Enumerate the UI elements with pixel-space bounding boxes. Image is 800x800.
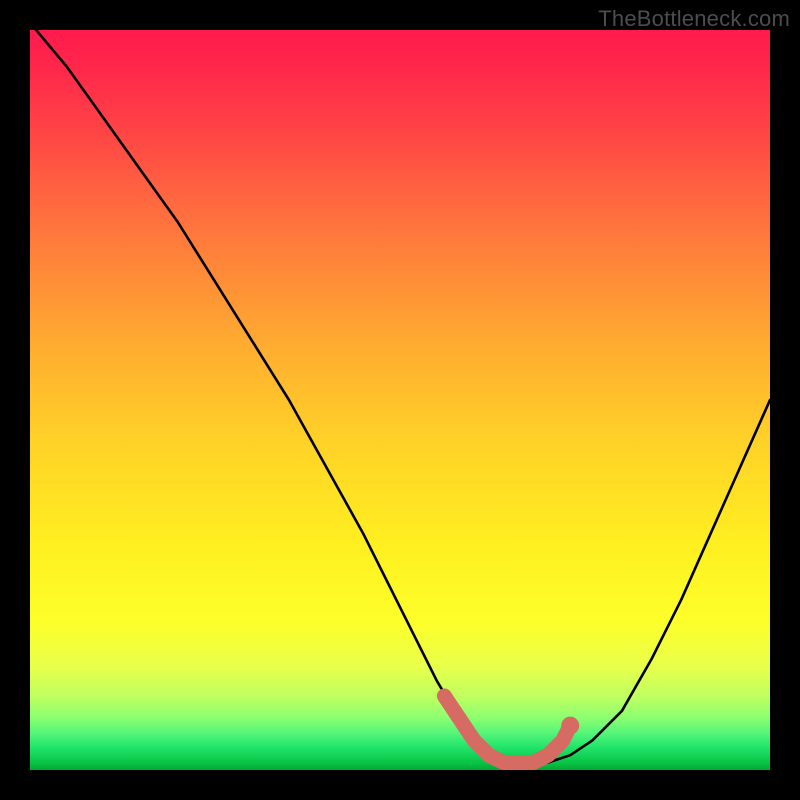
- chart-frame: TheBottleneck.com: [0, 0, 800, 800]
- chart-svg: [30, 30, 770, 770]
- watermark-text: TheBottleneck.com: [598, 6, 790, 32]
- highlight-end-dot: [561, 717, 579, 735]
- plot-area: [30, 30, 770, 770]
- highlight-stroke: [444, 696, 570, 763]
- highlight-band: [444, 696, 579, 763]
- curve-line: [30, 30, 770, 763]
- bottleneck-curve: [30, 30, 770, 763]
